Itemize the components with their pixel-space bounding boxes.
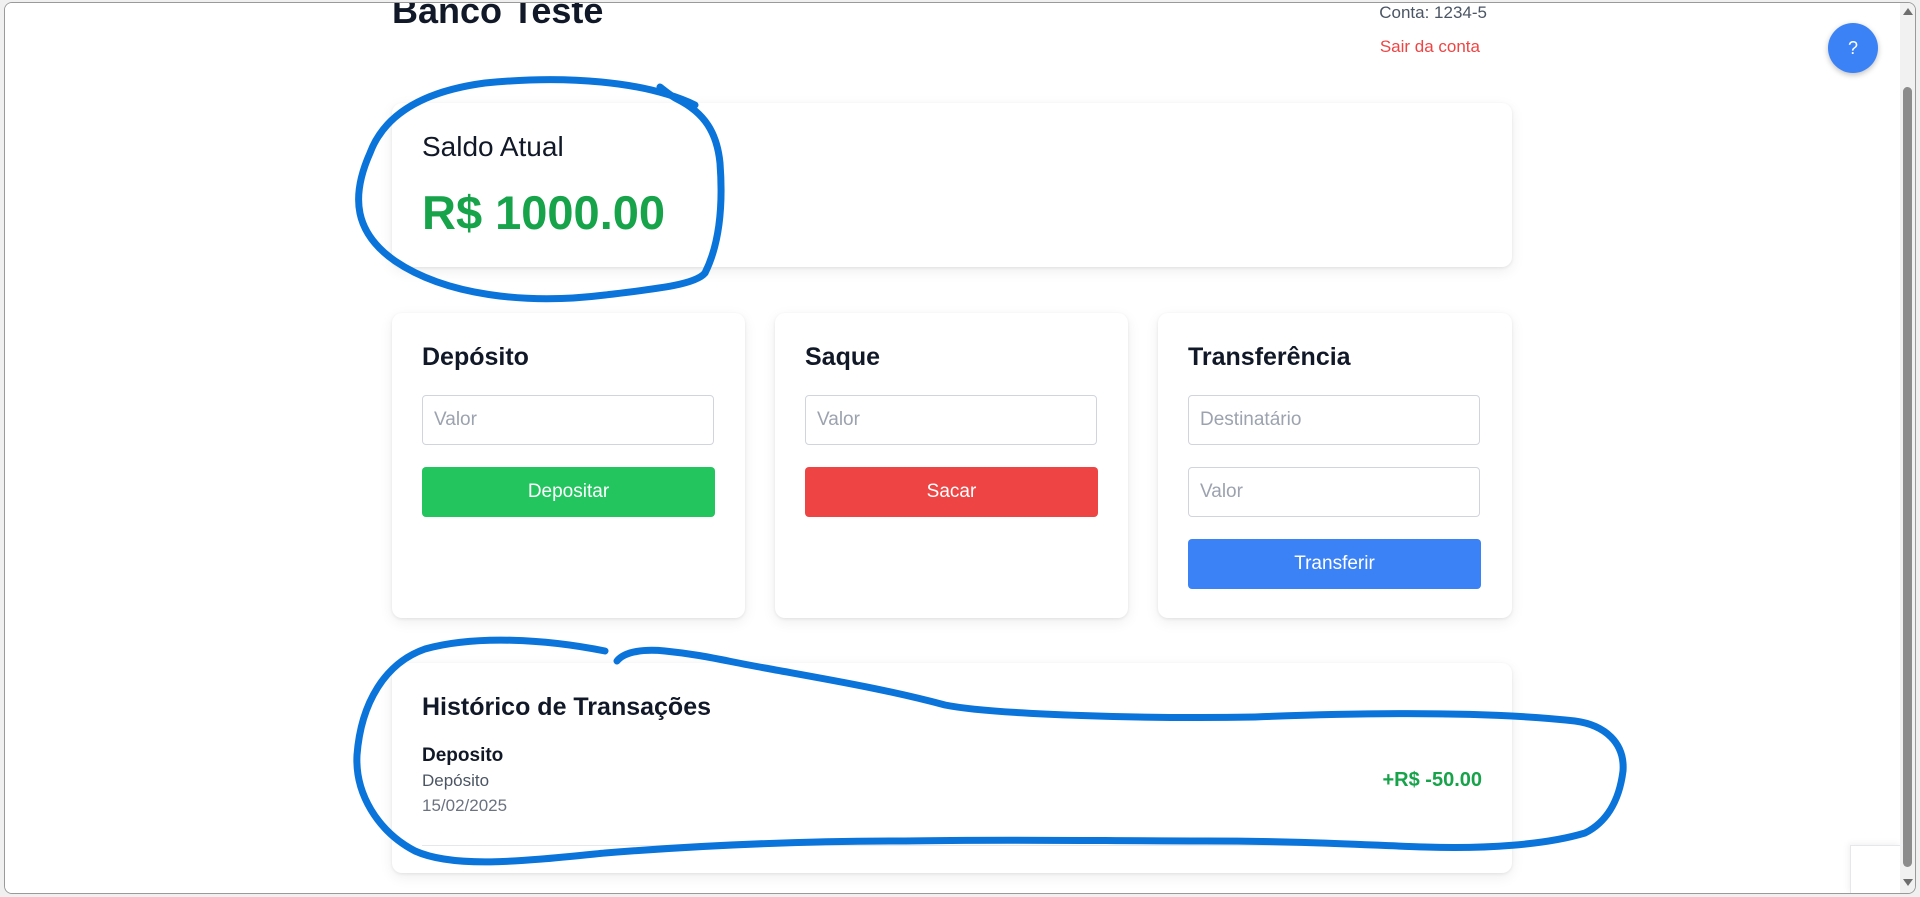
deposit-button[interactable]: Depositar [422, 467, 715, 517]
transfer-button[interactable]: Transferir [1188, 539, 1481, 589]
transaction-amount: +R$ -50.00 [1382, 769, 1482, 791]
transaction-date: 15/02/2025 [422, 796, 508, 815]
transfer-card: Transferência Transferir [1158, 313, 1512, 618]
deposit-title: Depósito [422, 343, 529, 371]
transaction-type: Depósito [422, 771, 490, 790]
history-title: Histórico de Transações [422, 693, 712, 721]
balance-card: Saldo Atual R$ 1000.00 [392, 103, 1512, 267]
balance-title: Saldo Atual [422, 131, 564, 162]
history-card: Histórico de Transações Deposito Depósit… [392, 663, 1512, 873]
logout-link[interactable]: Sair da conta [1380, 37, 1480, 57]
scrollbar-thumb[interactable] [1903, 87, 1912, 867]
account-number: Conta: 1234-5 [1379, 3, 1487, 22]
transfer-amount-input[interactable] [1188, 467, 1480, 517]
page-content: Banco Teste Conta: 1234-5 Sair da conta … [5, 2, 1901, 893]
bank-title: Banco Teste [392, 2, 604, 31]
vertical-scrollbar[interactable] [1900, 3, 1915, 893]
scroll-down-arrow-icon[interactable] [1903, 879, 1913, 886]
transfer-recipient-input[interactable] [1188, 395, 1480, 445]
deposit-card: Depósito Depositar [392, 313, 745, 618]
help-button[interactable]: ? [1828, 23, 1878, 73]
corner-widget [1850, 845, 1901, 893]
withdraw-card: Saque Sacar [775, 313, 1128, 618]
scroll-up-arrow-icon[interactable] [1903, 8, 1913, 15]
withdraw-title: Saque [805, 343, 881, 371]
deposit-amount-input[interactable] [422, 395, 714, 445]
balance-value: R$ 1000.00 [422, 186, 666, 239]
withdraw-amount-input[interactable] [805, 395, 1097, 445]
transaction-name: Deposito [422, 745, 504, 766]
transaction-row: Deposito Depósito 15/02/2025 +R$ -50.00 [422, 745, 1482, 846]
browser-window: Banco Teste Conta: 1234-5 Sair da conta … [4, 2, 1916, 894]
withdraw-button[interactable]: Sacar [805, 467, 1098, 517]
transfer-title: Transferência [1188, 343, 1351, 371]
